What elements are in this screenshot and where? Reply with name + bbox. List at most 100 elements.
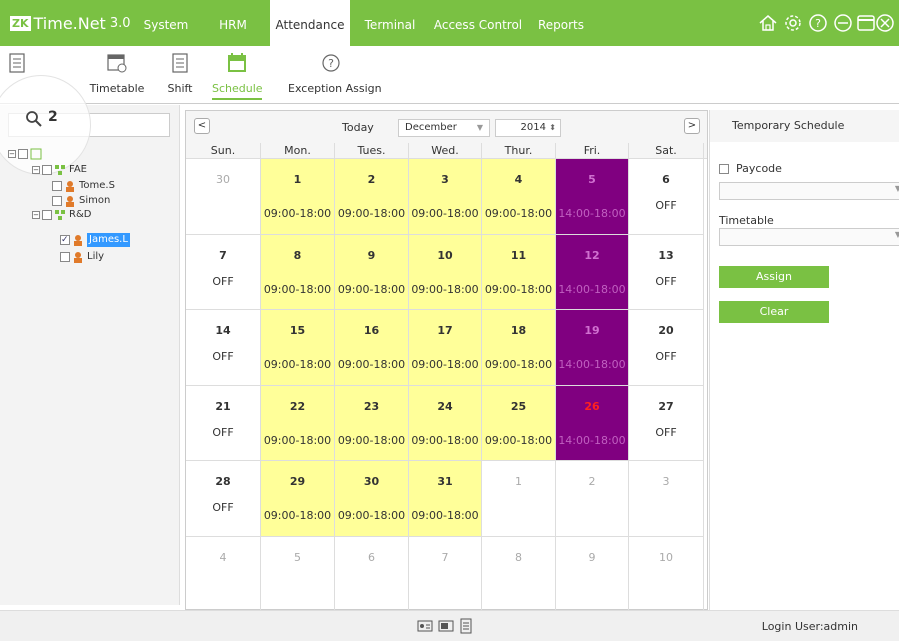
tree-dept-fae[interactable]: − FAE [32,163,87,177]
calendar-day-cell[interactable]: 11 09:00-18:00 [482,234,556,310]
menu-reports[interactable]: Reports [534,0,588,46]
calendar-day-cell[interactable]: 8 09:00-18:00 [261,234,335,310]
calendar-day-cell[interactable]: 16 09:00-18:00 [335,310,409,386]
calendar-day-cell[interactable]: 1 [482,461,556,537]
calendar-day-cell[interactable]: 22 09:00-18:00 [261,385,335,461]
tree-dept-rd[interactable]: − R&D [32,208,91,222]
device-icon[interactable] [438,618,454,634]
calendar-day-cell[interactable]: 3 [629,461,704,537]
help-icon[interactable]: ? [808,13,828,33]
calendar-day-cell[interactable]: 2 [556,461,629,537]
maximize-icon[interactable] [856,13,876,33]
month-select[interactable]: December ▼ [398,119,490,137]
calendar-day-cell[interactable]: 25 09:00-18:00 [482,385,556,461]
next-month-button[interactable]: > [684,118,700,134]
checkbox[interactable] [42,165,52,175]
calendar-day-cell[interactable]: 30 09:00-18:00 [335,461,409,537]
checkbox[interactable] [52,181,62,191]
calendar-day-cell[interactable]: 19 14:00-18:00 [556,310,629,386]
calendar-day-cell[interactable]: 17 09:00-18:00 [409,310,482,386]
calendar-day-cell[interactable]: 30 [186,159,261,235]
tool-exception-assign[interactable]: ? Exception Assign [288,46,382,104]
calendar-day-cell[interactable]: 6 [335,536,409,612]
tool-timetable[interactable]: Timetable [82,46,152,104]
paycode-row[interactable]: Paycode [719,162,782,175]
calendar-day-cell[interactable]: 28 OFF [186,461,261,537]
calendar-day-cell[interactable]: 23 09:00-18:00 [335,385,409,461]
calendar-day-cell[interactable]: 8 [482,536,556,612]
calendar-day-cell[interactable]: 20 OFF [629,310,704,386]
close-icon[interactable] [875,13,895,33]
day-number: 1 [515,475,522,488]
tree-emp-james[interactable]: James.L [60,233,130,247]
calendar-day-cell[interactable]: 4 [186,536,261,612]
calendar-day-cell[interactable]: 5 14:00-18:00 [556,159,629,235]
calendar-day-cell[interactable]: 2 09:00-18:00 [335,159,409,235]
calendar-day-cell[interactable]: 21 OFF [186,385,261,461]
id-card-icon[interactable] [417,618,433,634]
calendar-day-cell[interactable]: 26 14:00-18:00 [556,385,629,461]
calendar-day-cell[interactable]: 13 OFF [629,234,704,310]
report-icon[interactable] [458,618,474,634]
today-button[interactable]: Today [342,121,374,134]
calendar-day-cell[interactable]: 10 [629,536,704,612]
clear-button[interactable]: Clear [719,301,829,323]
calendar-day-cell[interactable]: 7 [409,536,482,612]
calendar-day-cell[interactable]: 14 OFF [186,310,261,386]
year-stepper[interactable]: 2014 ⬍ [495,119,561,137]
calendar-day-cell[interactable]: 31 09:00-18:00 [409,461,482,537]
checkbox[interactable] [42,210,52,220]
collapse-icon[interactable]: − [8,150,16,158]
assign-button[interactable]: Assign [719,266,829,288]
timetable-icon [107,54,127,73]
paycode-checkbox[interactable] [719,163,729,174]
menu-attendance[interactable]: Attendance [270,0,350,48]
calendar-day-cell[interactable]: 9 [556,536,629,612]
shift-time: 14:00-18:00 [558,207,626,220]
calendar-day-cell[interactable]: 12 14:00-18:00 [556,234,629,310]
menu-access-control[interactable]: Access Control [432,0,524,46]
tool-schedule[interactable]: Schedule [212,46,263,104]
tree-emp-simon[interactable]: Simon [52,194,110,208]
calendar-day-cell[interactable]: 24 09:00-18:00 [409,385,482,461]
tree-root[interactable]: − [8,147,45,161]
calendar-day-cell[interactable]: 4 09:00-18:00 [482,159,556,235]
menu-system[interactable]: System [138,0,194,46]
calendar-day-cell[interactable]: 9 09:00-18:00 [335,234,409,310]
collapse-icon[interactable]: − [32,166,40,174]
checkbox[interactable] [18,149,28,159]
checkbox[interactable] [60,252,70,262]
calendar-day-cell[interactable]: 7 OFF [186,234,261,310]
menu-terminal[interactable]: Terminal [360,0,420,46]
paycode-select[interactable]: ▼ [719,182,899,200]
checkbox[interactable] [52,196,62,206]
tree-emp-tome[interactable]: Tome.S [52,179,115,193]
dept-label: R&D [69,209,92,220]
shift-time: 09:00-18:00 [263,358,332,371]
day-number: 13 [658,248,674,262]
day-number: 29 [289,475,306,488]
day-number: 10 [659,550,673,564]
prev-month-button[interactable]: < [194,118,210,134]
tree-emp-lily[interactable]: Lily [60,250,104,264]
employee-label: Lily [87,251,105,262]
calendar-day-cell[interactable]: 18 09:00-18:00 [482,310,556,386]
checkbox-checked[interactable] [60,233,70,247]
home-icon[interactable] [758,13,778,33]
calendar-day-cell[interactable]: 27 OFF [629,385,704,461]
menu-hrm[interactable]: HRM [215,0,251,46]
collapse-icon[interactable]: − [32,211,40,219]
minimize-icon[interactable] [833,13,853,33]
calendar-day-cell[interactable]: 1 09:00-18:00 [261,159,335,235]
gear-icon[interactable] [783,13,803,33]
calendar-day-cell[interactable]: 15 09:00-18:00 [261,310,335,386]
calendar-day-cell[interactable]: 10 09:00-18:00 [409,234,482,310]
shift-time: 09:00-18:00 [484,207,553,220]
search-icon[interactable] [25,110,43,128]
timetable-select[interactable]: ▼ [719,228,899,246]
calendar-day-cell[interactable]: 6 OFF [629,159,704,235]
tool-shift[interactable]: Shift [165,46,195,104]
calendar-day-cell[interactable]: 29 09:00-18:00 [261,461,335,537]
calendar-day-cell[interactable]: 3 09:00-18:00 [409,159,482,235]
calendar-day-cell[interactable]: 5 [261,536,335,612]
